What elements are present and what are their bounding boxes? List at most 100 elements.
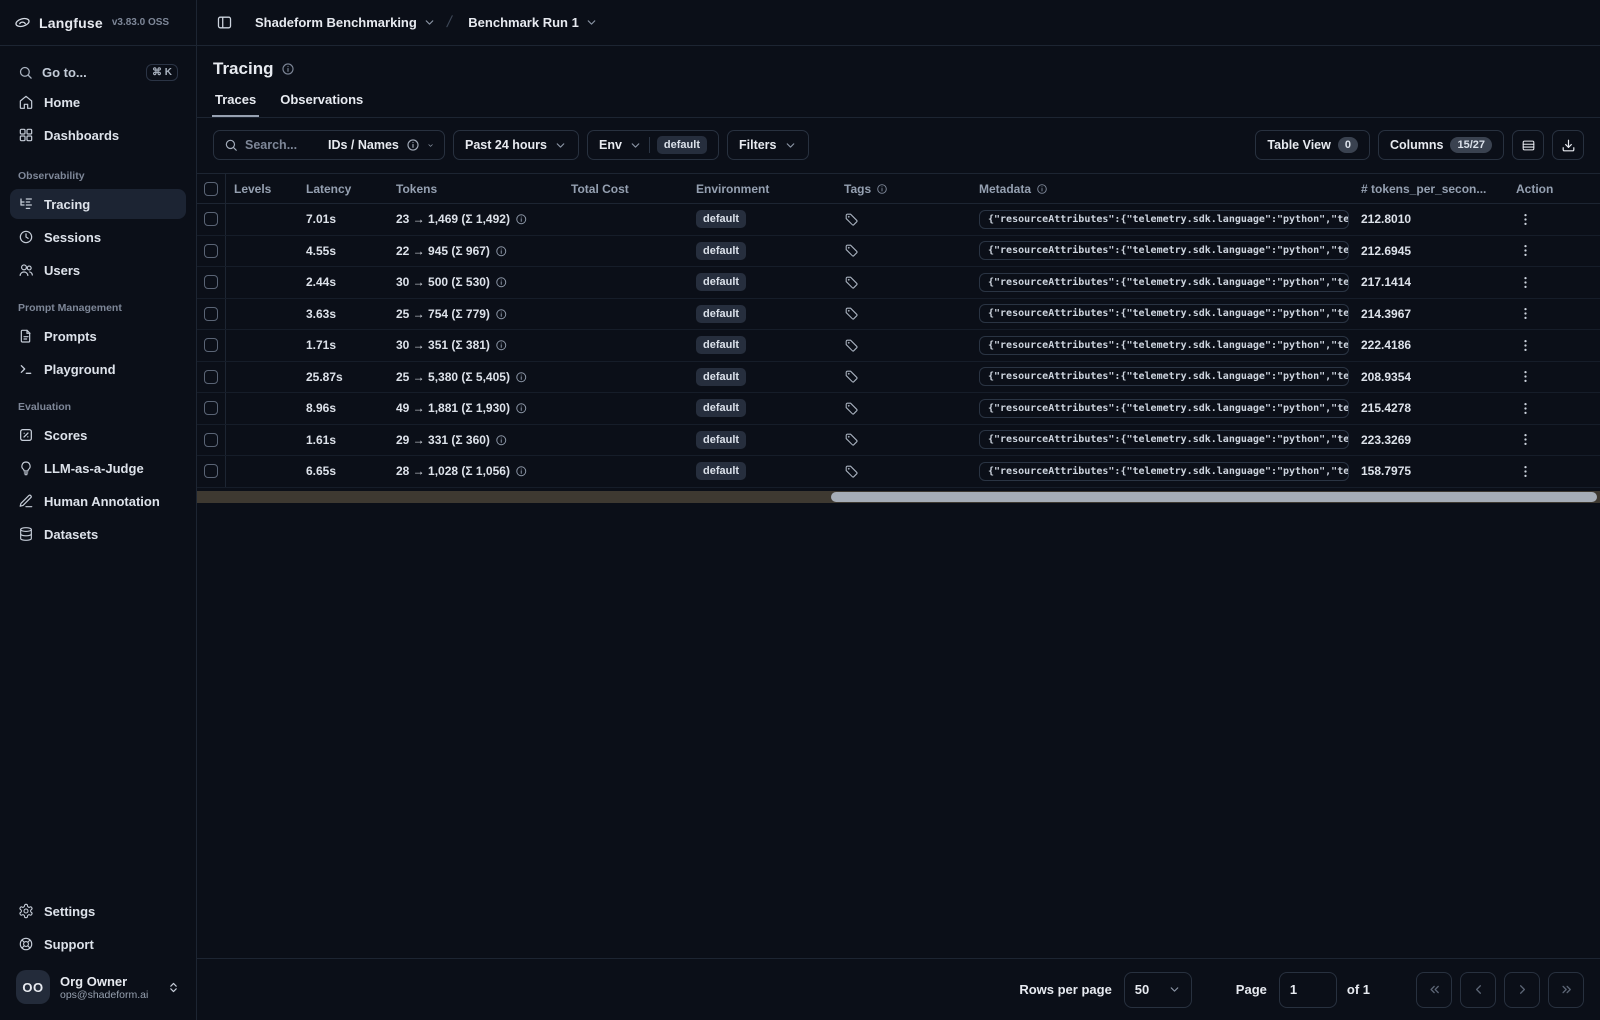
col-levels[interactable]: Levels bbox=[226, 182, 298, 196]
tag-icon[interactable] bbox=[844, 338, 859, 353]
sidebar-toggle-button[interactable] bbox=[210, 9, 238, 37]
cell-metadata[interactable]: {"resourceAttributes":{"telemetry.sdk.la… bbox=[971, 335, 1353, 355]
row-checkbox[interactable] bbox=[204, 275, 218, 290]
metadata-json[interactable]: {"resourceAttributes":{"telemetry.sdk.la… bbox=[979, 398, 1349, 418]
goto-button[interactable]: Go to... ⌘ K bbox=[10, 58, 186, 87]
cell-tags[interactable] bbox=[836, 306, 971, 321]
metadata-json[interactable]: {"resourceAttributes":{"telemetry.sdk.la… bbox=[979, 367, 1349, 387]
tag-icon[interactable] bbox=[844, 369, 859, 384]
col-tags[interactable]: Tags bbox=[836, 182, 971, 196]
row-actions-menu[interactable] bbox=[1508, 338, 1600, 353]
table-row[interactable]: 3.63s 25 → 754 (Σ 779) default {"resourceAt… bbox=[197, 298, 1600, 330]
tag-icon[interactable] bbox=[844, 275, 859, 290]
row-actions-menu[interactable] bbox=[1508, 275, 1600, 290]
tag-icon[interactable] bbox=[844, 401, 859, 416]
sidebar-item[interactable]: Settings bbox=[10, 896, 186, 926]
row-height-button[interactable] bbox=[1512, 130, 1544, 160]
time-range-dropdown[interactable]: Past 24 hours bbox=[453, 130, 579, 160]
tag-icon[interactable] bbox=[844, 306, 859, 321]
tag-icon[interactable] bbox=[844, 212, 859, 227]
table-row[interactable]: 1.61s 29 → 331 (Σ 360) default {"resourceAt… bbox=[197, 424, 1600, 456]
sidebar-item[interactable]: Users bbox=[10, 255, 186, 285]
row-checkbox[interactable] bbox=[204, 464, 218, 479]
info-icon[interactable] bbox=[515, 465, 528, 478]
cell-metadata[interactable]: {"resourceAttributes":{"telemetry.sdk.la… bbox=[971, 430, 1353, 450]
col-tokens-per-second[interactable]: # tokens_per_secon... bbox=[1353, 182, 1508, 196]
table-row[interactable]: 7.01s 23 → 1,469 (Σ 1,492) default {"resour… bbox=[197, 204, 1600, 236]
sidebar-item[interactable]: Home bbox=[10, 87, 186, 117]
sidebar-item[interactable]: Prompts bbox=[10, 321, 186, 351]
sidebar-item[interactable]: LLM-as-a-Judge bbox=[10, 453, 186, 483]
info-icon[interactable] bbox=[495, 245, 508, 258]
col-latency[interactable]: Latency bbox=[298, 182, 388, 196]
row-checkbox[interactable] bbox=[204, 432, 218, 447]
env-dropdown[interactable]: Env default bbox=[586, 130, 719, 160]
row-actions-menu[interactable] bbox=[1508, 464, 1600, 479]
sidebar-item[interactable]: Support bbox=[10, 929, 186, 959]
metadata-json[interactable]: {"resourceAttributes":{"telemetry.sdk.la… bbox=[979, 272, 1349, 292]
rows-per-page-select[interactable]: 50 bbox=[1123, 971, 1192, 1008]
metadata-json[interactable]: {"resourceAttributes":{"telemetry.sdk.la… bbox=[979, 209, 1349, 229]
cell-metadata[interactable]: {"resourceAttributes":{"telemetry.sdk.la… bbox=[971, 241, 1353, 261]
row-checkbox[interactable] bbox=[204, 369, 218, 384]
table-row[interactable]: 4.55s 22 → 945 (Σ 967) default {"resourceAt… bbox=[197, 235, 1600, 267]
cell-tags[interactable] bbox=[836, 369, 971, 384]
col-environment[interactable]: Environment bbox=[688, 182, 836, 196]
user-account-switcher[interactable]: OO Org Owner ops@shadeform.ai bbox=[10, 962, 186, 1014]
breadcrumb-org[interactable]: Shadeform Benchmarking bbox=[255, 15, 436, 30]
info-icon[interactable] bbox=[515, 402, 528, 415]
tab-observations[interactable]: Observations bbox=[280, 92, 363, 117]
sidebar-item[interactable]: Datasets bbox=[10, 519, 186, 549]
cell-metadata[interactable]: {"resourceAttributes":{"telemetry.sdk.la… bbox=[971, 272, 1353, 292]
cell-tags[interactable] bbox=[836, 275, 971, 290]
table-row[interactable]: 25.87s 25 → 5,380 (Σ 5,405) default {"resou… bbox=[197, 361, 1600, 393]
row-actions-menu[interactable] bbox=[1508, 212, 1600, 227]
row-checkbox[interactable] bbox=[204, 338, 218, 353]
cell-metadata[interactable]: {"resourceAttributes":{"telemetry.sdk.la… bbox=[971, 367, 1353, 387]
cell-tags[interactable] bbox=[836, 464, 971, 479]
table-row[interactable]: 6.65s 28 → 1,028 (Σ 1,056) default {"resour… bbox=[197, 456, 1600, 488]
info-icon[interactable] bbox=[495, 434, 508, 447]
cell-metadata[interactable]: {"resourceAttributes":{"telemetry.sdk.la… bbox=[971, 209, 1353, 229]
metadata-json[interactable]: {"resourceAttributes":{"telemetry.sdk.la… bbox=[979, 241, 1349, 261]
info-icon[interactable] bbox=[495, 339, 508, 352]
info-icon[interactable] bbox=[495, 308, 508, 321]
sidebar-item[interactable]: Human Annotation bbox=[10, 486, 186, 516]
cell-metadata[interactable]: {"resourceAttributes":{"telemetry.sdk.la… bbox=[971, 398, 1353, 418]
cell-tags[interactable] bbox=[836, 243, 971, 258]
cell-tags[interactable] bbox=[836, 338, 971, 353]
table-view-button[interactable]: Table View 0 bbox=[1255, 130, 1370, 160]
col-metadata[interactable]: Metadata bbox=[971, 182, 1353, 196]
metadata-json[interactable]: {"resourceAttributes":{"telemetry.sdk.la… bbox=[979, 304, 1349, 324]
tag-icon[interactable] bbox=[844, 464, 859, 479]
search-mode-label[interactable]: IDs / Names bbox=[328, 138, 399, 152]
sidebar-item[interactable]: Scores bbox=[10, 420, 186, 450]
row-actions-menu[interactable] bbox=[1508, 369, 1600, 384]
first-page-button[interactable] bbox=[1416, 971, 1452, 1008]
columns-button[interactable]: Columns 15/27 bbox=[1377, 130, 1504, 160]
search-input[interactable] bbox=[245, 138, 321, 152]
col-tokens[interactable]: Tokens bbox=[388, 182, 563, 196]
row-checkbox[interactable] bbox=[204, 306, 218, 321]
sidebar-item[interactable]: Sessions bbox=[10, 222, 186, 252]
sidebar-item[interactable]: Tracing bbox=[10, 189, 186, 219]
metadata-json[interactable]: {"resourceAttributes":{"telemetry.sdk.la… bbox=[979, 430, 1349, 450]
info-icon[interactable] bbox=[495, 276, 508, 289]
table-row[interactable]: 1.71s 30 → 351 (Σ 381) default {"resourceAt… bbox=[197, 330, 1600, 362]
sidebar-item[interactable]: Playground bbox=[10, 354, 186, 384]
info-icon[interactable] bbox=[515, 213, 528, 226]
horizontal-scrollbar-thumb[interactable] bbox=[831, 491, 1597, 502]
metadata-json[interactable]: {"resourceAttributes":{"telemetry.sdk.la… bbox=[979, 335, 1349, 355]
cell-metadata[interactable]: {"resourceAttributes":{"telemetry.sdk.la… bbox=[971, 304, 1353, 324]
previous-page-button[interactable] bbox=[1460, 971, 1496, 1008]
metadata-json[interactable]: {"resourceAttributes":{"telemetry.sdk.la… bbox=[979, 461, 1349, 481]
cell-tags[interactable] bbox=[836, 212, 971, 227]
next-page-button[interactable] bbox=[1504, 971, 1540, 1008]
tag-icon[interactable] bbox=[844, 432, 859, 447]
row-actions-menu[interactable] bbox=[1508, 432, 1600, 447]
export-button[interactable] bbox=[1552, 130, 1584, 160]
cell-tags[interactable] bbox=[836, 401, 971, 416]
cell-tags[interactable] bbox=[836, 432, 971, 447]
info-icon[interactable] bbox=[515, 371, 528, 384]
row-actions-menu[interactable] bbox=[1508, 243, 1600, 258]
